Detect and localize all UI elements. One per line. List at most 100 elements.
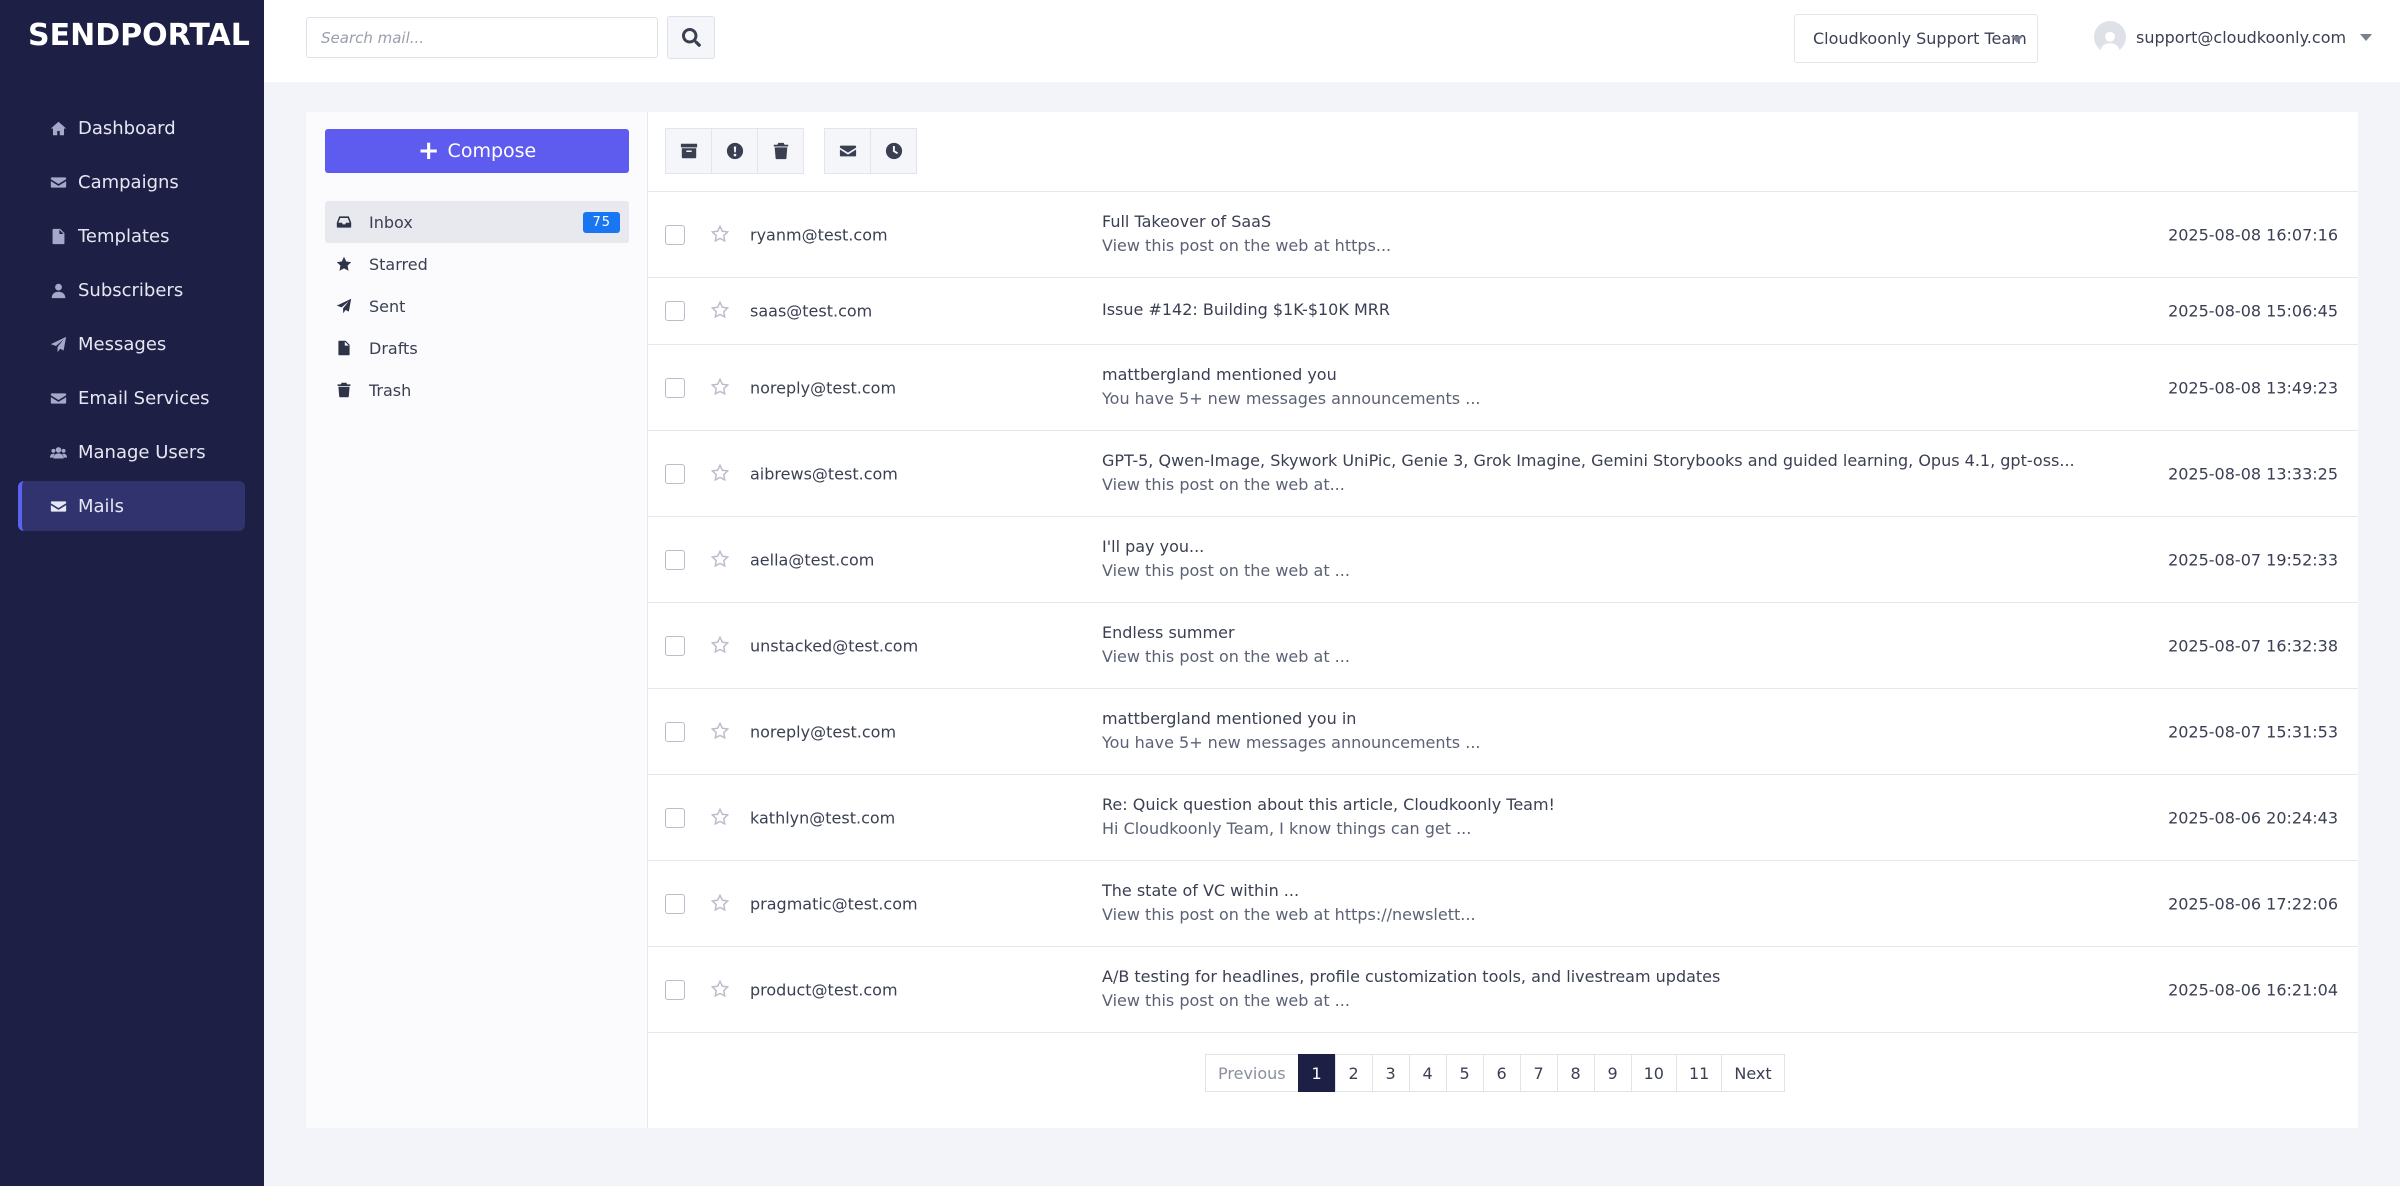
sidebar: SENDPORTAL Dashboard Campaigns Templates Su… [0,0,264,1186]
mail-subject: Re: Quick question about this article, C… [1102,795,1555,814]
pagination-page-5[interactable]: 5 [1445,1054,1484,1092]
star-toggle[interactable] [710,893,731,914]
pagination-page-2[interactable]: 2 [1334,1054,1373,1092]
pagination-page-3[interactable]: 3 [1371,1054,1410,1092]
spam-button[interactable] [711,128,758,174]
pagination-page-9[interactable]: 9 [1593,1054,1632,1092]
toolbar-group-status [824,128,917,174]
folder-inbox[interactable]: Inbox 75 [325,201,629,243]
team-dropdown[interactable]: Cloudkoonly Support Team [1794,14,2038,63]
sidebar-item-templates[interactable]: Templates [18,211,245,261]
star-toggle[interactable] [710,463,731,484]
pagination-page-7[interactable]: 7 [1519,1054,1558,1092]
compose-button[interactable]: + Compose [325,129,629,173]
select-checkbox[interactable] [665,224,685,245]
mail-sender: kathlyn@test.com [750,808,896,827]
mail-row[interactable]: ryanm@test.com Full Takeover of SaaS View … [648,192,2358,278]
app-logo[interactable]: SENDPORTAL [28,18,250,53]
envelope-icon [50,392,66,404]
mail-row[interactable]: product@test.com A/B testing for headline… [648,947,2358,1033]
mail-date: 2025-08-07 19:52:33 [2168,550,2338,569]
mail-sender: aella@test.com [750,550,875,569]
pagination-page-11[interactable]: 11 [1675,1054,1723,1092]
star-outline-icon [710,807,730,825]
sidebar-item-subscribers[interactable]: Subscribers [18,265,245,315]
inbox-icon-wrap [335,213,353,231]
mail-date: 2025-08-08 13:49:23 [2168,378,2338,397]
select-checkbox[interactable] [665,377,685,398]
sidebar-item-email-services[interactable]: Email Services [18,373,245,423]
mail-preview: View this post on the web at ... [1102,561,1350,580]
mail-row[interactable]: noreply@test.com mattbergland mentioned y… [648,345,2358,431]
pagination-page-6[interactable]: 6 [1482,1054,1521,1092]
star-toggle[interactable] [710,549,731,570]
delete-button[interactable] [757,128,804,174]
star-toggle[interactable] [710,807,731,828]
folder-label: Starred [369,254,428,274]
folder-sidebar: + Compose Inbox 75 Starred Sent Drafts Trash [306,112,648,1128]
sidebar-item-dashboard[interactable]: Dashboard [18,103,245,153]
mail-preview: View this post on the web at ... [1102,991,1350,1010]
sidebar-item-messages[interactable]: Messages [18,319,245,369]
star-toggle[interactable] [710,224,731,245]
search-button[interactable] [667,16,715,59]
mail-sender: product@test.com [750,980,898,999]
pagination-next[interactable]: Next [1721,1054,1785,1092]
pagination-page-10[interactable]: 10 [1630,1054,1677,1092]
star-toggle[interactable] [710,635,731,656]
star-toggle[interactable] [710,300,731,321]
select-checkbox[interactable] [665,721,685,742]
pagination-previous[interactable]: Previous [1205,1054,1299,1092]
snooze-button[interactable] [870,128,917,174]
select-checkbox[interactable] [665,635,685,656]
select-checkbox[interactable] [665,979,685,1000]
envelope-icon [50,500,66,512]
sidebar-item-manage-users[interactable]: Manage Users [18,427,245,477]
folder-list: Inbox 75 Starred Sent Drafts Trash [325,201,629,411]
select-checkbox[interactable] [665,893,685,914]
mark-read-button[interactable] [824,128,871,174]
sidebar-item-mails[interactable]: Mails [18,481,245,531]
mail-sender: saas@test.com [750,301,873,321]
pagination-page-1[interactable]: 1 [1297,1054,1336,1092]
mail-row[interactable]: aella@test.com I'll pay you... View this p… [648,517,2358,603]
pagination-page-8[interactable]: 8 [1556,1054,1595,1092]
folder-drafts[interactable]: Drafts [325,327,629,369]
archive-button[interactable] [665,128,712,174]
mail-subject: GPT-5, Qwen-Image, Skywork UniPic, Genie… [1102,451,2075,470]
star-toggle[interactable] [710,377,731,398]
mail-sender: noreply@test.com [750,722,897,741]
mail-subject: Full Takeover of SaaS [1102,212,1272,231]
paper-plane-icon-wrap [335,297,353,315]
folder-trash[interactable]: Trash [325,369,629,411]
mail-row[interactable]: noreply@test.com mattbergland mentioned y… [648,689,2358,775]
select-checkbox[interactable] [665,463,685,484]
envelope-icon-wrap [48,172,68,192]
star-toggle[interactable] [710,721,731,742]
select-checkbox[interactable] [665,301,685,321]
sidebar-item-label: Mails [78,495,124,517]
mail-row[interactable]: aibrews@test.com GPT-5, Qwen-Image, Skywo… [648,431,2358,517]
clock-icon [885,142,902,160]
mail-row[interactable]: pragmatic@test.com The state of VC within… [648,861,2358,947]
chevron-down-icon [2360,33,2373,41]
search-input[interactable] [306,17,658,58]
select-checkbox[interactable] [665,807,685,828]
sidebar-item-label: Messages [78,333,167,355]
trash-icon [773,142,788,160]
mail-preview: View this post on the web at https... [1102,236,1392,255]
star-toggle[interactable] [710,979,731,1000]
mail-subject: I'll pay you... [1102,537,1205,556]
folder-sent[interactable]: Sent [325,285,629,327]
select-checkbox[interactable] [665,549,685,570]
mail-row[interactable]: unstacked@test.com Endless summer View thi… [648,603,2358,689]
star-outline-icon [710,635,730,653]
pagination-page-4[interactable]: 4 [1408,1054,1447,1092]
mail-row[interactable]: saas@test.com Issue #142: Building $1K-$1… [648,278,2358,345]
folder-starred[interactable]: Starred [325,243,629,285]
user-menu[interactable]: support@cloudkoonly.com [2094,20,2373,54]
sidebar-item-campaigns[interactable]: Campaigns [18,157,245,207]
mail-date: 2025-08-08 15:06:45 [2168,301,2338,321]
mail-row[interactable]: kathlyn@test.com Re: Quick question about… [648,775,2358,861]
file-icon-wrap [335,339,353,357]
